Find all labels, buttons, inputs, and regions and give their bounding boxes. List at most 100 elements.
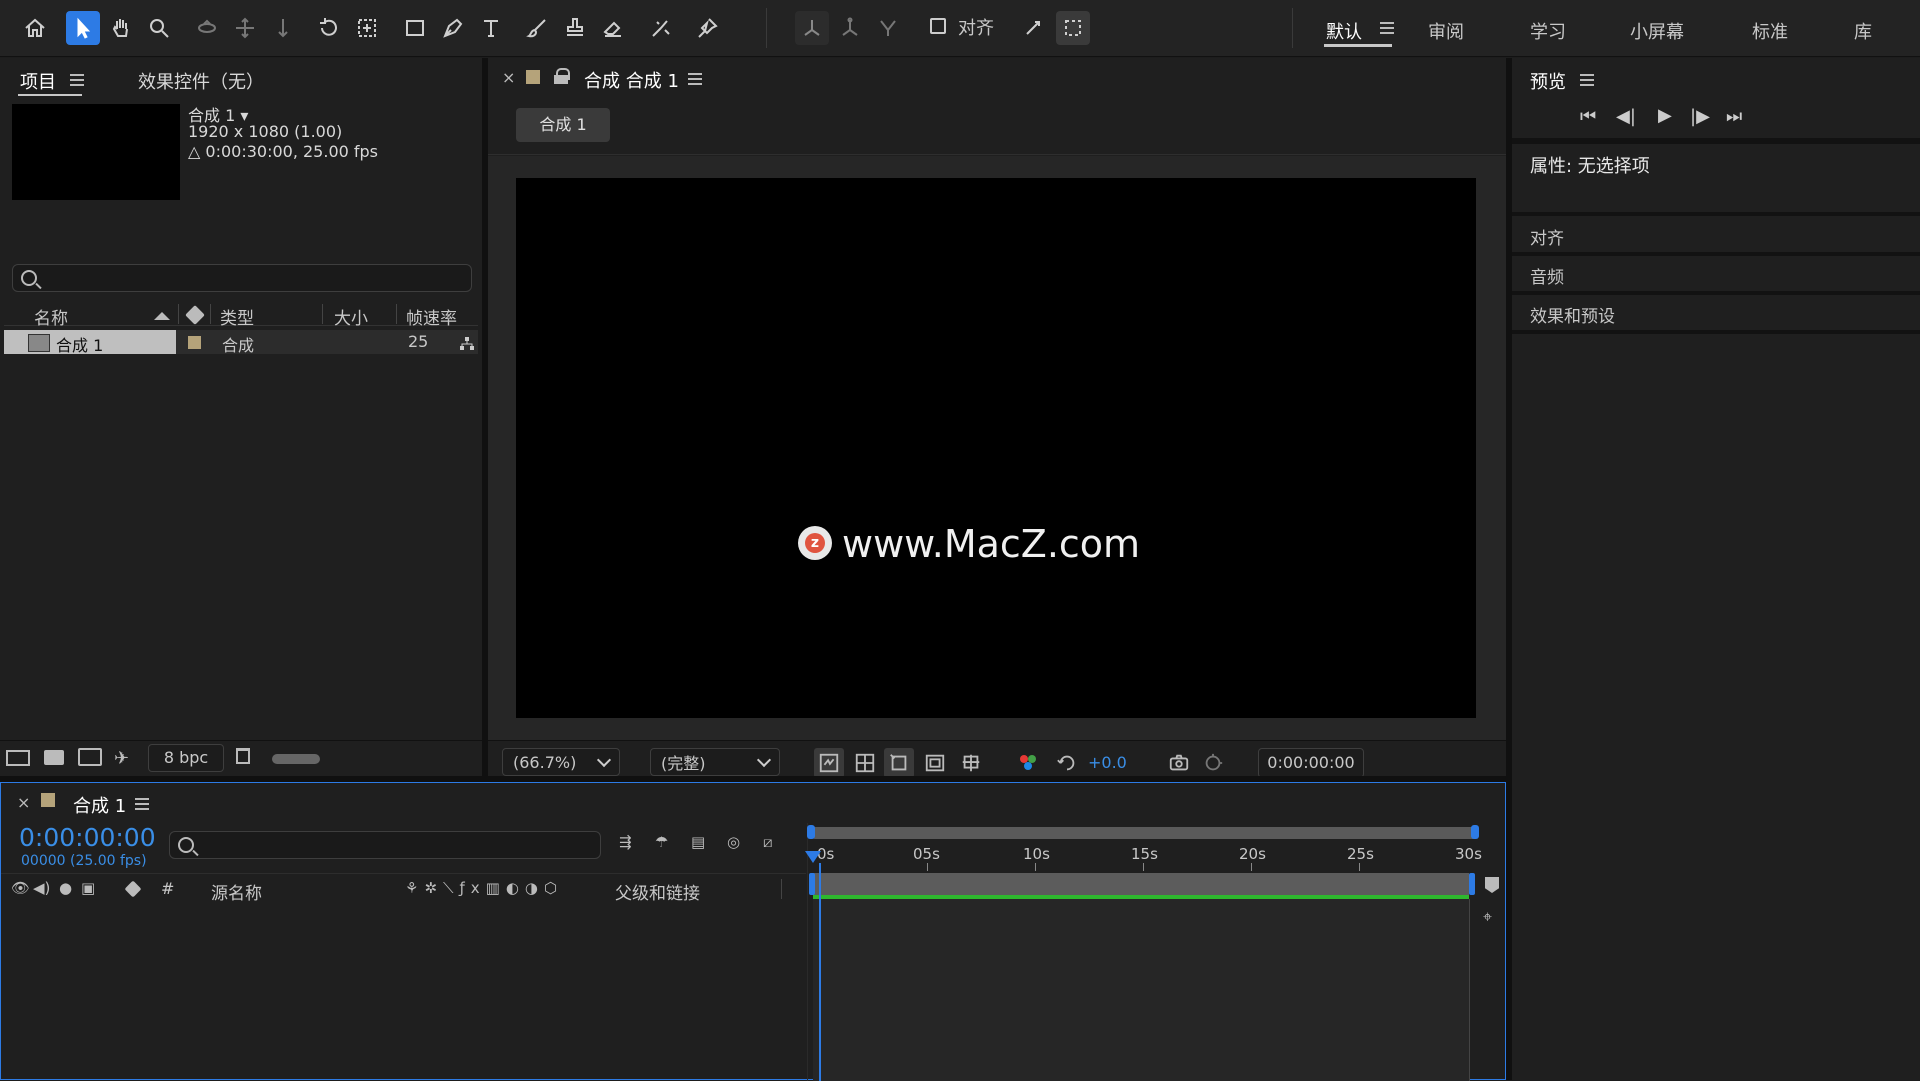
work-area-start-handle[interactable] (809, 873, 815, 895)
mask-visibility-icon[interactable] (884, 748, 914, 778)
comp-breadcrumb[interactable]: 合成 1 (516, 108, 610, 142)
comp-label-swatch[interactable] (526, 70, 540, 84)
hand-tool-icon[interactable] (104, 11, 138, 45)
solo-icon[interactable]: ● (59, 879, 72, 897)
audio-icon[interactable]: ◀) (33, 879, 50, 897)
align-checkbox[interactable] (930, 18, 946, 34)
channel-icon[interactable] (1024, 762, 1032, 770)
playhead-handle[interactable] (805, 851, 821, 863)
new-composition-icon[interactable] (78, 748, 102, 766)
lock-icon[interactable]: ▣ (81, 879, 95, 897)
column-name[interactable]: 名称 (34, 304, 68, 329)
pen-tool-icon[interactable] (436, 11, 470, 45)
column-size[interactable]: 大小 (334, 304, 368, 329)
thumbnail-size-slider[interactable] (272, 754, 320, 764)
grid-guides-icon[interactable] (956, 748, 986, 778)
source-name-column[interactable]: 源名称 (211, 879, 262, 904)
navigator-start-handle[interactable] (807, 825, 815, 839)
pan-camera-icon[interactable] (228, 11, 262, 45)
workspace-libraries[interactable]: 库 (1854, 18, 1872, 44)
fast-previews-icon[interactable] (814, 748, 844, 778)
layer-switches-icon[interactable]: ⚘✲⟍ƒx▥◐◑⬡ (405, 879, 563, 897)
render-queue-icon[interactable]: ✈ (114, 748, 129, 769)
effect-controls-tab[interactable]: 效果控件（无） (138, 68, 264, 94)
brush-tool-icon[interactable] (520, 11, 554, 45)
resolution-dropdown[interactable]: (完整) (650, 748, 780, 776)
workspace-review[interactable]: 审阅 (1428, 18, 1464, 44)
parent-link-column[interactable]: 父级和链接 (615, 879, 700, 904)
workspace-learn[interactable]: 学习 (1530, 18, 1566, 44)
table-row[interactable]: 合成 1 合成 25 (4, 330, 478, 355)
draft-3d-icon[interactable]: ☂ (655, 833, 668, 851)
preview-menu-icon[interactable] (1580, 74, 1594, 86)
next-frame-icon[interactable]: |▶ (1690, 106, 1710, 127)
close-icon[interactable]: × (17, 793, 30, 812)
color-depth-button[interactable]: 8 bpc (148, 744, 224, 772)
preview-title[interactable]: 预览 (1530, 68, 1566, 94)
first-frame-icon[interactable]: ⏮ (1580, 106, 1596, 127)
show-snapshot-icon[interactable] (1198, 748, 1228, 778)
trash-icon[interactable] (236, 748, 250, 764)
video-visibility-icon[interactable]: 👁 (11, 879, 30, 897)
align-panel-label[interactable]: 对齐 (1530, 224, 1564, 249)
selection-tool-icon[interactable] (66, 11, 100, 45)
composition-mini-flowchart-icon[interactable]: ⇶ (619, 833, 632, 851)
workspace-small-screen[interactable]: 小屏幕 (1630, 18, 1684, 44)
clone-stamp-tool-icon[interactable] (558, 11, 592, 45)
exposure-value[interactable]: +0.0 (1088, 753, 1127, 772)
orbit-camera-icon[interactable] (190, 11, 224, 45)
type-tool-icon[interactable] (474, 11, 508, 45)
composition-tab-title[interactable]: 合成 合成 1 (584, 67, 679, 93)
flowchart-icon[interactable] (460, 336, 474, 350)
home-icon[interactable] (18, 11, 52, 45)
timeline-tab-title[interactable]: 合成 1 (73, 792, 126, 818)
view-axis-icon[interactable] (871, 11, 905, 45)
workspace-menu-icon[interactable] (1380, 22, 1394, 34)
project-tab[interactable]: 项目 (20, 68, 56, 94)
new-folder-icon[interactable] (44, 750, 64, 765)
timeline-track-area[interactable] (813, 899, 1469, 1081)
reset-exposure-icon[interactable] (1052, 748, 1082, 778)
dolly-camera-icon[interactable] (266, 11, 300, 45)
comp-marker-bin-icon[interactable] (1485, 877, 1499, 893)
close-icon[interactable]: × (502, 68, 515, 87)
world-axis-icon[interactable] (833, 11, 867, 45)
pan-behind-tool-icon[interactable] (350, 11, 384, 45)
snap-options-icon[interactable] (1056, 11, 1090, 45)
workspace-standard[interactable]: 标准 (1752, 18, 1788, 44)
label-tag-icon[interactable] (124, 880, 142, 898)
motion-blur-icon[interactable]: ◎ (727, 833, 740, 851)
column-fps[interactable]: 帧速率 (406, 304, 457, 329)
current-time-field[interactable]: 0:00:00:00 (1258, 748, 1364, 778)
zoom-dropdown[interactable]: (66.7%) (502, 748, 620, 776)
snap-icon[interactable] (1016, 11, 1050, 45)
puppet-pin-tool-icon[interactable] (690, 11, 724, 45)
navigator-end-handle[interactable] (1471, 825, 1479, 839)
roto-brush-tool-icon[interactable] (644, 11, 678, 45)
zoom-tool-icon[interactable] (142, 11, 176, 45)
previous-frame-icon[interactable]: ◀| (1616, 106, 1636, 127)
workspace-default[interactable]: 默认 (1326, 18, 1362, 44)
local-axis-icon[interactable] (795, 11, 829, 45)
frame-blending-icon[interactable]: ▤ (691, 833, 705, 851)
rotate-tool-icon[interactable] (312, 11, 346, 45)
column-type[interactable]: 类型 (220, 304, 254, 329)
timeline-search-input[interactable] (169, 831, 601, 859)
timeline-menu-icon[interactable] (135, 798, 149, 810)
playhead-line[interactable] (819, 863, 821, 1081)
comp-label-swatch[interactable] (41, 793, 55, 807)
comp-label-swatch[interactable] (188, 336, 201, 349)
last-frame-icon[interactable]: ⏭ (1726, 106, 1742, 127)
play-icon[interactable]: ▶ (1658, 105, 1672, 126)
snapshot-icon[interactable] (1164, 748, 1194, 778)
region-of-interest-icon[interactable] (920, 748, 950, 778)
transparency-grid-icon[interactable] (850, 748, 880, 778)
audio-panel-label[interactable]: 音频 (1530, 263, 1564, 288)
project-menu-icon[interactable] (70, 74, 84, 86)
composition-menu-icon[interactable] (688, 73, 702, 85)
work-area-bar[interactable] (813, 873, 1469, 895)
sort-ascending-icon[interactable] (154, 312, 170, 320)
time-navigator-bar[interactable] (813, 827, 1475, 839)
project-search-input[interactable] (12, 264, 472, 292)
work-area-end-handle[interactable] (1469, 873, 1475, 895)
